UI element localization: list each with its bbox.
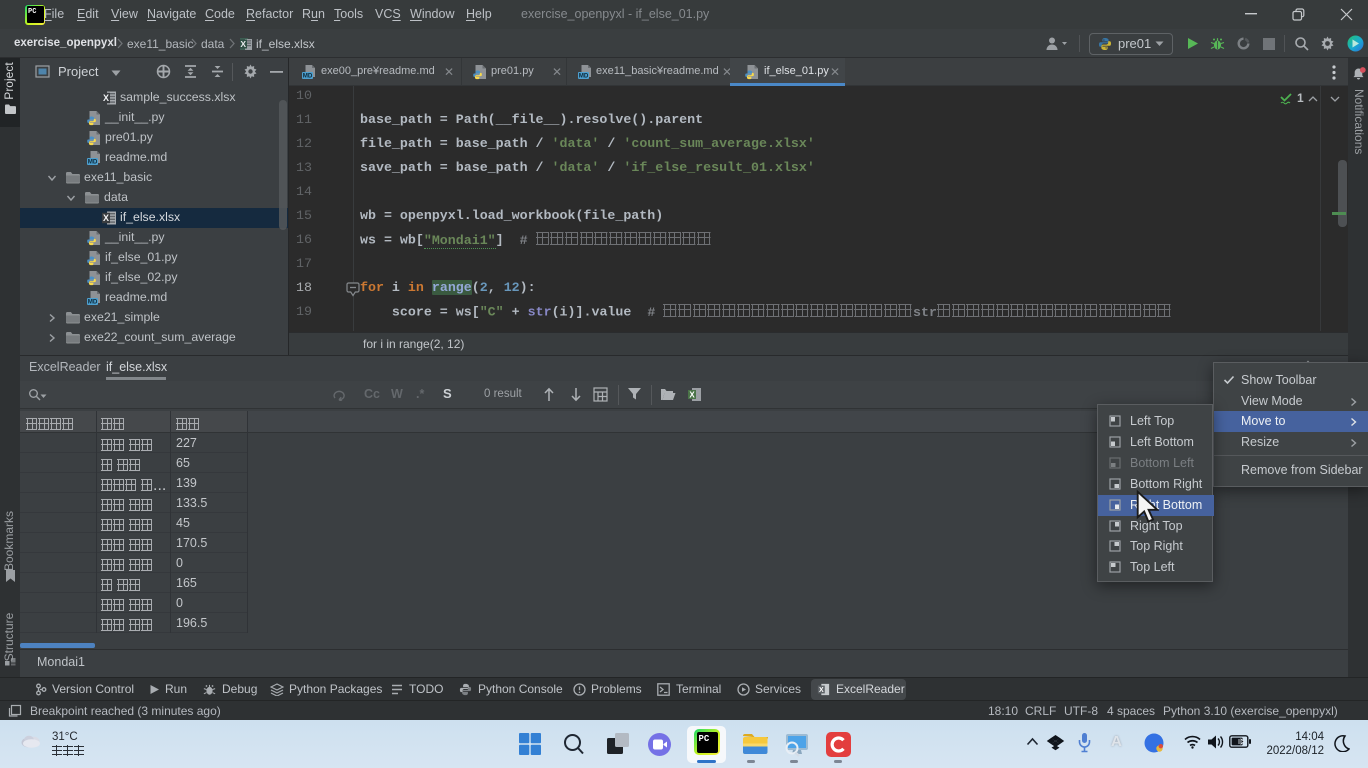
svg-text:X: X [819, 687, 824, 694]
svg-text:X: X [689, 391, 695, 400]
svg-text:X: X [240, 39, 246, 49]
